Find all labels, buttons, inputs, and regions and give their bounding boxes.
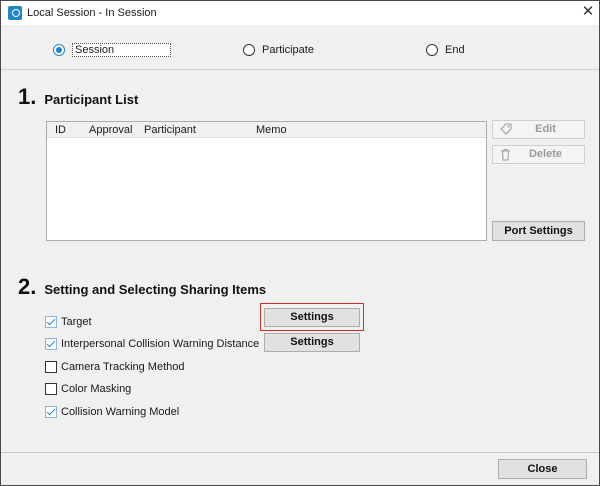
target-checkbox[interactable]	[45, 316, 57, 328]
sharing-item-collision-distance[interactable]: Interpersonal Collision Warning Distance	[45, 337, 259, 351]
window-title: Local Session - In Session	[27, 7, 157, 19]
collision-distance-settings-button-label: Settings	[290, 336, 334, 348]
sharing-item-collision-model[interactable]: Collision Warning Model	[45, 405, 179, 419]
radio-end-label: End	[445, 44, 465, 56]
close-window-icon[interactable]: ✕	[578, 2, 598, 22]
tag-icon	[499, 123, 512, 142]
radio-session[interactable]: Session	[53, 43, 172, 57]
collision-model-checkbox[interactable]	[45, 406, 57, 418]
collision-distance-checkbox[interactable]	[45, 338, 57, 350]
dialog-content: 1. Participant List ID Approval Particip…	[1, 69, 599, 452]
port-settings-button-label: Port Settings	[504, 225, 573, 237]
section-number: 1.	[18, 84, 37, 109]
participant-list-header: ID Approval Participant Memo	[47, 122, 486, 138]
collision-distance-label: Interpersonal Collision Warning Distance	[61, 338, 260, 350]
camera-tracking-label: Camera Tracking Method	[61, 361, 185, 373]
sharing-item-target[interactable]: Target	[45, 315, 92, 329]
participant-section-heading: 1. Participant List	[18, 84, 138, 110]
column-header-memo[interactable]: Memo	[256, 124, 287, 136]
radio-session-indicator[interactable]	[53, 44, 65, 56]
title-bar: Local Session - In Session ✕	[1, 1, 599, 25]
radio-end[interactable]: End	[426, 43, 465, 57]
port-settings-button[interactable]: Port Settings	[492, 221, 585, 241]
sharing-item-camera-tracking[interactable]: Camera Tracking Method	[45, 360, 185, 374]
target-settings-button-label: Settings	[290, 311, 334, 323]
edit-button[interactable]: Edit	[492, 120, 585, 139]
target-label: Target	[61, 316, 92, 328]
target-settings-button[interactable]: Settings	[264, 308, 360, 327]
color-masking-label: Color Masking	[61, 383, 132, 395]
dialog-footer: Close	[1, 452, 599, 485]
section-title: Participant List	[44, 92, 139, 107]
trash-icon	[499, 148, 512, 167]
local-session-dialog: Local Session - In Session ✕ Session Par…	[0, 0, 600, 486]
radio-participate[interactable]: Participate	[243, 43, 314, 57]
radio-session-label: Session	[72, 43, 172, 57]
participant-list[interactable]: ID Approval Participant Memo	[46, 121, 487, 241]
sharing-item-color-masking[interactable]: Color Masking	[45, 382, 131, 396]
close-button-label: Close	[527, 463, 558, 475]
sharing-section-heading: 2. Setting and Selecting Sharing Items	[18, 274, 266, 300]
radio-end-indicator[interactable]	[426, 44, 438, 56]
mode-radio-group: Session Participate End	[1, 25, 599, 69]
color-masking-checkbox[interactable]	[45, 383, 57, 395]
radio-participate-label: Participate	[262, 44, 314, 56]
section-title: Setting and Selecting Sharing Items	[44, 282, 267, 297]
collision-distance-settings-button[interactable]: Settings	[264, 333, 360, 352]
camera-tracking-checkbox[interactable]	[45, 361, 57, 373]
delete-button[interactable]: Delete	[492, 145, 585, 164]
column-header-id[interactable]: ID	[55, 124, 66, 136]
close-button[interactable]: Close	[498, 459, 587, 479]
radio-participate-indicator[interactable]	[243, 44, 255, 56]
collision-model-label: Collision Warning Model	[61, 406, 180, 418]
column-header-participant[interactable]: Participant	[144, 124, 196, 136]
section-number: 2.	[18, 274, 37, 299]
app-icon	[8, 6, 22, 20]
column-header-approval[interactable]: Approval	[89, 124, 132, 136]
